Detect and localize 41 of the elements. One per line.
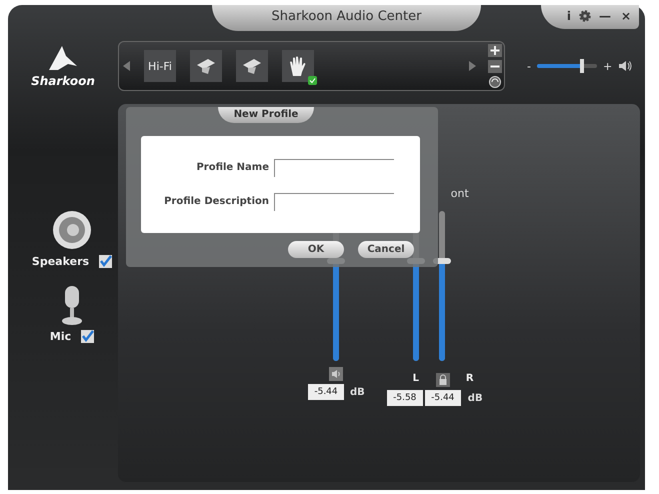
cap-icon	[196, 57, 216, 75]
dialog-button[interactable]: Cancel	[358, 241, 414, 258]
left-arrow-icon[interactable]	[123, 61, 130, 71]
dialog-title: New Profile	[218, 107, 314, 123]
preset-button[interactable]: Hi-Fi	[144, 50, 176, 82]
device-label: Speakers	[32, 255, 90, 268]
title-bar-button[interactable]: ×	[618, 9, 633, 23]
speaker-icon[interactable]	[618, 60, 632, 72]
reset-icon[interactable]	[489, 76, 501, 88]
unit-label: dB	[468, 392, 483, 404]
settings-icon[interactable]	[578, 10, 591, 22]
title-bar-button[interactable]: —	[596, 9, 613, 23]
unit-label: dB	[350, 386, 365, 398]
cap-icon	[242, 57, 262, 75]
window-title: Sharkoon Audio Center	[212, 5, 482, 31]
checkbox[interactable]	[99, 255, 112, 268]
preset-button[interactable]	[190, 50, 222, 82]
preset-button[interactable]	[282, 50, 314, 82]
channel-label: ont	[450, 187, 470, 201]
right-arrow-icon[interactable]	[469, 61, 476, 71]
check-icon	[308, 76, 317, 85]
speaker-icon[interactable]	[50, 209, 93, 251]
volume-minus: -	[527, 60, 531, 72]
value-field[interactable]: -5.58	[386, 390, 423, 406]
value-field[interactable]: -5.44	[308, 384, 344, 400]
channel-label: R	[464, 373, 475, 386]
checkbox[interactable]	[81, 330, 94, 343]
title-bar-button[interactable]: i	[564, 9, 573, 23]
device-label: Mic	[50, 330, 72, 343]
volume-plus: +	[602, 60, 612, 72]
brand-name: Sharkoon	[31, 74, 95, 88]
dialog-button[interactable]: OK	[288, 241, 344, 258]
hand-icon	[288, 55, 308, 77]
add-icon[interactable]	[488, 44, 502, 57]
lock-icon[interactable]	[436, 373, 450, 387]
field-label: Profile Description	[164, 196, 269, 207]
field-label: Profile Name	[196, 162, 269, 173]
preset-button[interactable]	[236, 50, 268, 82]
value-field[interactable]: -5.44	[424, 390, 461, 406]
volume-thumb[interactable]	[580, 59, 584, 73]
channel-label: L	[412, 373, 420, 386]
